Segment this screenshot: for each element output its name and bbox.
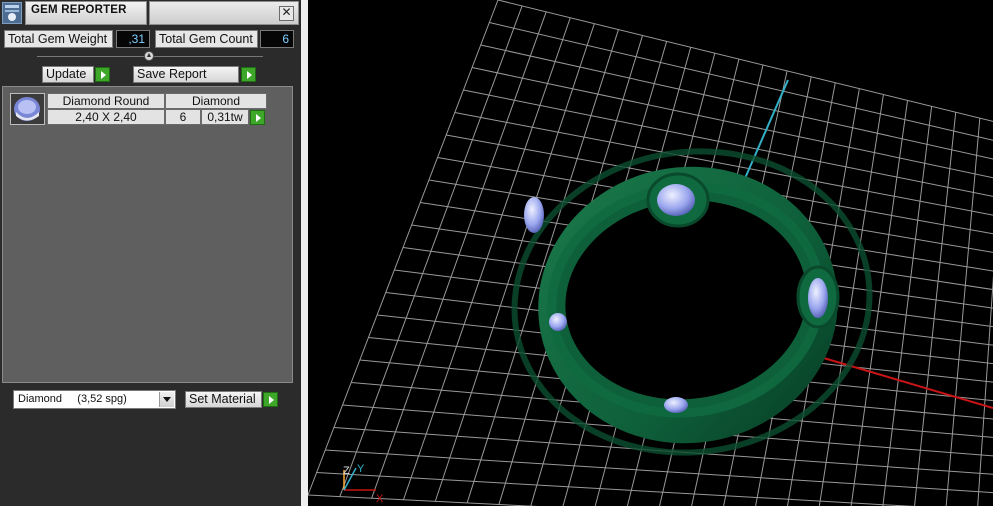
play-arrow-icon[interactable] (95, 67, 110, 82)
material-select-value: Diamond (3,52 spg) (18, 393, 127, 405)
total-gem-weight-label: Total Gem Weight (4, 30, 113, 48)
set-material-button[interactable]: Set Material (185, 391, 262, 408)
save-report-button[interactable]: Save Report (133, 66, 239, 83)
window-title: GEM REPORTER (31, 4, 127, 16)
play-arrow-icon[interactable] (250, 110, 265, 125)
panel-divider[interactable] (301, 0, 308, 506)
title-box: GEM REPORTER (25, 1, 147, 25)
axis-label-z: Z (343, 465, 350, 477)
gem-material-cell[interactable]: Diamond (165, 93, 267, 109)
axis-label-x: X (376, 493, 384, 505)
close-icon[interactable]: ✕ (279, 6, 294, 21)
axis-triad: X Y Z (343, 463, 384, 505)
gem-size-cell[interactable]: 2,40 X 2,40 (47, 109, 165, 125)
expand-collapse-icon[interactable]: ▲ (144, 51, 154, 61)
gem-reporter-app-icon (2, 2, 22, 24)
total-gem-count-label: Total Gem Count (155, 30, 258, 48)
play-arrow-icon[interactable] (241, 67, 256, 82)
total-gem-count-value: 6 (260, 30, 294, 48)
diamond-gem-icon (10, 93, 45, 125)
material-select[interactable]: Diamond (3,52 spg) (13, 390, 176, 409)
gem-reporter-panel: GEM REPORTER ✕ Total Gem Weight ,31 Tota… (0, 0, 301, 506)
title-bar: GEM REPORTER ✕ (0, 0, 301, 26)
update-button[interactable]: Update (42, 66, 94, 83)
dropdown-arrow-icon[interactable] (159, 392, 174, 407)
gem-list (2, 86, 293, 383)
scene-canvas[interactable]: X Y Z (308, 0, 993, 506)
play-arrow-icon[interactable] (263, 392, 278, 407)
3d-viewport[interactable]: X Y Z (308, 0, 993, 506)
gem-count-cell[interactable]: 6 (165, 109, 201, 125)
total-gem-weight-value: ,31 (116, 30, 150, 48)
title-bar-fill: ✕ (149, 1, 299, 25)
gem-name-cell[interactable]: Diamond Round (47, 93, 165, 109)
gem-weight-cell[interactable]: 0,31tw (201, 109, 249, 125)
axis-label-y: Y (357, 463, 365, 475)
